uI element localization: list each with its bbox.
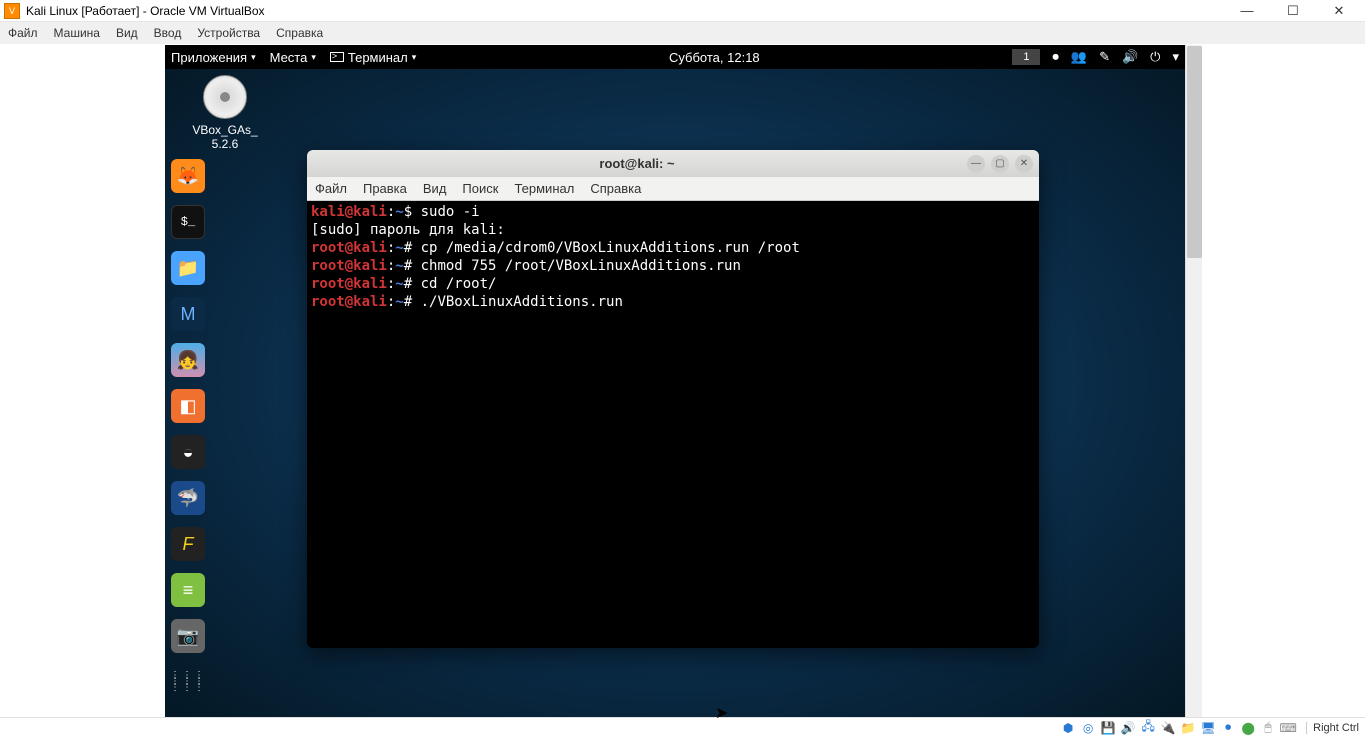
cdrom-icon <box>203 75 247 119</box>
terminal-icon <box>330 52 344 62</box>
terminal-minimize-button[interactable]: — <box>967 155 985 173</box>
places-menu[interactable]: Места▾ <box>270 50 316 65</box>
terminal-menu-edit[interactable]: Правка <box>363 181 407 196</box>
vbox-titlebar: V Kali Linux [Работает] - Oracle VM Virt… <box>0 0 1365 22</box>
record-icon[interactable]: ⏺ <box>1052 49 1059 65</box>
kali-top-panel: Приложения▾ Места▾ Терминал▾ Суббота, 12… <box>165 45 1185 69</box>
status-audio-icon[interactable]: 🔊 <box>1120 720 1136 736</box>
cd-label-line2: 5.2.6 <box>180 137 270 151</box>
chevron-down-icon: ▾ <box>311 52 316 63</box>
dock-firefox[interactable]: 🦊 <box>171 159 205 193</box>
vm-scrollbar[interactable] <box>1185 45 1202 717</box>
dock-cherrytree[interactable]: ≡ <box>171 573 205 607</box>
vbox-menu-input[interactable]: Ввод <box>154 26 182 40</box>
dock-armitage[interactable]: 👧 <box>171 343 205 377</box>
terminal-close-button[interactable]: ✕ <box>1015 155 1033 173</box>
terminal-menu-view[interactable]: Вид <box>423 181 447 196</box>
terminal-maximize-button[interactable]: ▢ <box>991 155 1009 173</box>
dock-files[interactable]: 📁 <box>171 251 205 285</box>
terminal-window: root@kali: ~ — ▢ ✕ Файл Правка Вид Поиск… <box>307 150 1039 648</box>
terminal-menu-search[interactable]: Поиск <box>462 181 498 196</box>
status-vrde-icon[interactable]: ⬤ <box>1240 720 1256 736</box>
chevron-down-icon[interactable]: ▾ <box>1172 49 1179 65</box>
status-floppy-icon[interactable]: 💾 <box>1100 720 1116 736</box>
terminal-menu-help[interactable]: Справка <box>590 181 641 196</box>
minimize-button[interactable]: — <box>1233 3 1261 19</box>
status-recording-icon[interactable]: ⏺ <box>1220 720 1236 736</box>
vbox-window-title: Kali Linux [Работает] - Oracle VM Virtua… <box>26 4 1233 18</box>
terminal-label: Терминал <box>348 50 408 65</box>
dock: 🦊 $_ 📁 M 👧 ◧ ◒ 🦈 F ≡ 📷 ⋮⋮⋮⋮⋮⋮⋮⋮⋮ <box>165 153 211 705</box>
dock-terminal[interactable]: $_ <box>171 205 205 239</box>
status-shared-folders-icon[interactable]: 📁 <box>1180 720 1196 736</box>
virtualbox-icon: V <box>4 3 20 19</box>
workspace-indicator[interactable]: 1 <box>1012 49 1040 65</box>
dock-maltego[interactable]: ◒ <box>171 435 205 469</box>
chevron-down-icon: ▾ <box>251 52 256 63</box>
desktop-cd-icon[interactable]: VBox_GAs_ 5.2.6 <box>180 75 270 151</box>
dock-metasploit[interactable]: M <box>171 297 205 331</box>
status-keyboard-icon[interactable]: ⌨ <box>1280 720 1296 736</box>
terminal-title: root@kali: ~ <box>313 156 961 171</box>
vbox-menu-view[interactable]: Вид <box>116 26 138 40</box>
cd-label-line1: VBox_GAs_ <box>180 123 270 137</box>
status-display-icon[interactable]: 🖥 <box>1200 720 1216 736</box>
vbox-menu-help[interactable]: Справка <box>276 26 323 40</box>
host-key-label: Right Ctrl <box>1306 722 1359 734</box>
dock-show-apps[interactable]: ⋮⋮⋮⋮⋮⋮⋮⋮⋮ <box>171 665 205 699</box>
applications-menu[interactable]: Приложения ▾ <box>171 50 256 65</box>
scrollbar-thumb[interactable] <box>1187 46 1202 258</box>
vbox-menu-file[interactable]: Файл <box>8 26 38 40</box>
status-network-icon[interactable]: 🖧 <box>1140 720 1156 736</box>
close-button[interactable]: ✕ <box>1325 3 1353 19</box>
status-optical-icon[interactable]: ◎ <box>1080 720 1096 736</box>
dock-screenshot[interactable]: 📷 <box>171 619 205 653</box>
vbox-menubar: Файл Машина Вид Ввод Устройства Справка <box>0 22 1365 44</box>
users-icon[interactable]: 👥 <box>1071 49 1087 65</box>
volume-icon[interactable]: 🔊 <box>1122 49 1138 65</box>
dock-faraday[interactable]: F <box>171 527 205 561</box>
vbox-menu-devices[interactable]: Устройства <box>197 26 260 40</box>
terminal-body[interactable]: kali@kali:~$ sudo -i[sudo] пароль для ka… <box>307 201 1039 648</box>
vbox-menu-machine[interactable]: Машина <box>54 26 100 40</box>
status-hdd-icon[interactable]: ⬢ <box>1060 720 1076 736</box>
places-label: Места <box>270 50 308 65</box>
terminal-menubar: Файл Правка Вид Поиск Терминал Справка <box>307 177 1039 201</box>
dock-wireshark[interactable]: 🦈 <box>171 481 205 515</box>
status-mouse-icon[interactable]: 🖱 <box>1260 720 1276 736</box>
power-icon[interactable]: ⏻ <box>1150 49 1160 65</box>
applications-label: Приложения <box>171 50 247 65</box>
status-usb-icon[interactable]: 🔌 <box>1160 720 1176 736</box>
panel-clock[interactable]: Суббота, 12:18 <box>416 50 1012 65</box>
vm-display[interactable]: Приложения▾ Места▾ Терминал▾ Суббота, 12… <box>165 45 1185 717</box>
dock-burpsuite[interactable]: ◧ <box>171 389 205 423</box>
pen-icon[interactable]: ✎ <box>1099 49 1110 65</box>
terminal-menu-terminal[interactable]: Терминал <box>514 181 574 196</box>
maximize-button[interactable]: ☐ <box>1279 3 1307 19</box>
terminal-launcher[interactable]: Терминал▾ <box>330 50 416 65</box>
vbox-status-bar: ⬢ ◎ 💾 🔊 🖧 🔌 📁 🖥 ⏺ ⬤ 🖱 ⌨ Right Ctrl <box>0 717 1365 737</box>
terminal-menu-file[interactable]: Файл <box>315 181 347 196</box>
terminal-titlebar[interactable]: root@kali: ~ — ▢ ✕ <box>307 150 1039 177</box>
